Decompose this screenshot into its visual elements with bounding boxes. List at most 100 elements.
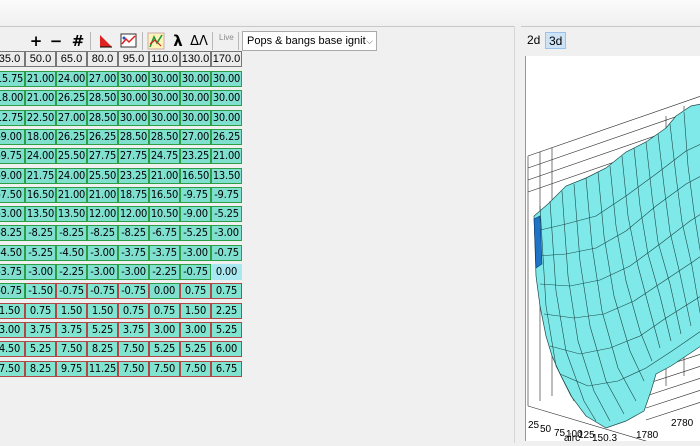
table-cell[interactable]: 6.75: [211, 360, 242, 377]
table-cell[interactable]: 3.75: [56, 321, 87, 338]
table-cell[interactable]: 21.00: [211, 148, 242, 165]
table-cell[interactable]: 30.00: [149, 71, 180, 87]
table-cell[interactable]: -5.25: [25, 244, 56, 261]
table-cell[interactable]: -8.25: [118, 225, 149, 242]
table-cell[interactable]: 0.00: [211, 264, 242, 280]
table-cell[interactable]: 27.75: [87, 148, 118, 165]
table-cell[interactable]: 30.00: [118, 109, 149, 126]
table-cell[interactable]: -4.50: [56, 244, 87, 261]
table-cell[interactable]: 2.25: [211, 302, 242, 319]
table-cell[interactable]: -3.00: [180, 244, 211, 261]
table-cell[interactable]: 25.50: [56, 148, 87, 165]
table-cell[interactable]: 24.75: [149, 148, 180, 165]
table-cell[interactable]: 5.25: [211, 321, 242, 338]
column-header[interactable]: 65.0: [56, 51, 87, 67]
table-cell[interactable]: 30.00: [118, 90, 149, 107]
table-cell[interactable]: 27.00: [87, 71, 118, 87]
table-cell[interactable]: 7.50: [0, 360, 25, 377]
table-cell[interactable]: 27.75: [118, 148, 149, 165]
column-header[interactable]: 170.0: [211, 51, 242, 67]
table-cell[interactable]: -0.75: [0, 283, 25, 300]
table-cell[interactable]: 16.50: [25, 186, 56, 203]
smooth-button[interactable]: [118, 31, 138, 51]
table-cell[interactable]: 23.25: [118, 167, 149, 184]
table-cell[interactable]: 7.50: [118, 360, 149, 377]
table-cell[interactable]: 4.50: [0, 341, 25, 358]
table-cell[interactable]: -3.00: [211, 225, 242, 242]
table-cell[interactable]: 28.50: [149, 128, 180, 145]
table-cell[interactable]: 30.00: [118, 71, 149, 87]
table-cell[interactable]: 26.25: [56, 90, 87, 107]
table-cell[interactable]: 5.25: [149, 341, 180, 358]
table-cell[interactable]: 1.50: [56, 302, 87, 319]
table-cell[interactable]: -5.25: [180, 225, 211, 242]
table-cell[interactable]: 16.50: [149, 186, 180, 203]
set-value-button[interactable]: #: [68, 31, 88, 51]
pane-splitter[interactable]: [514, 26, 521, 443]
table-cell[interactable]: -9.00: [0, 128, 25, 145]
table-cell[interactable]: 0.75: [211, 283, 242, 300]
table-cell[interactable]: 9.75: [56, 360, 87, 377]
table-cell[interactable]: 21.00: [87, 186, 118, 203]
increment-button[interactable]: +: [26, 31, 46, 51]
table-cell[interactable]: 10.50: [149, 206, 180, 223]
column-header[interactable]: 130.0: [180, 51, 211, 67]
table-cell[interactable]: 21.00: [25, 90, 56, 107]
table-cell[interactable]: -1.50: [25, 283, 56, 300]
table-cell[interactable]: 0.75: [149, 302, 180, 319]
table-cell[interactable]: 1.50: [0, 302, 25, 319]
table-cell[interactable]: 21.00: [56, 186, 87, 203]
table-cell[interactable]: 16.50: [180, 167, 211, 184]
table-cell[interactable]: 30.00: [211, 71, 242, 87]
table-cell[interactable]: 28.50: [118, 128, 149, 145]
table-cell[interactable]: 12.00: [118, 206, 149, 223]
table-cell[interactable]: 3.00: [180, 321, 211, 338]
table-cell[interactable]: 11.25: [87, 360, 118, 377]
table-cell[interactable]: -0.75: [180, 264, 211, 280]
tab-3d[interactable]: 3d: [545, 32, 567, 49]
table-cell[interactable]: -8.25: [0, 225, 25, 242]
surface-plot-3d[interactable]: 25 50 75 100 125 150.3 airc 1780 2780: [525, 56, 700, 445]
table-cell[interactable]: 30.00: [149, 90, 180, 107]
table-cell[interactable]: -7.50: [0, 186, 25, 203]
table-cell[interactable]: -4.50: [0, 244, 25, 261]
table-cell[interactable]: 30.00: [211, 90, 242, 107]
table-cell[interactable]: -0.75: [56, 283, 87, 300]
table-cell[interactable]: 30.00: [211, 109, 242, 126]
table-cell[interactable]: 13.50: [211, 167, 242, 184]
table-cell[interactable]: 3.00: [149, 321, 180, 338]
table-cell[interactable]: -9.00: [0, 167, 25, 184]
column-header[interactable]: 50.0: [25, 51, 56, 67]
interpolate-button[interactable]: [96, 31, 116, 51]
live-label[interactable]: Live: [219, 33, 234, 42]
column-header[interactable]: 110.0: [149, 51, 180, 67]
table-cell[interactable]: 26.25: [56, 128, 87, 145]
table-cell[interactable]: -0.75: [118, 283, 149, 300]
table-cell[interactable]: 1.50: [87, 302, 118, 319]
table-selector-dropdown[interactable]: Pops & bangs base ignit ⌵: [242, 31, 377, 51]
table-cell[interactable]: 30.00: [180, 90, 211, 107]
table-cell[interactable]: 23.25: [180, 148, 211, 165]
table-cell[interactable]: 8.25: [87, 341, 118, 358]
lambda-button[interactable]: λ: [168, 31, 188, 51]
table-cell[interactable]: -5.25: [211, 206, 242, 223]
table-cell[interactable]: 3.00: [0, 321, 25, 338]
table-cell[interactable]: 21.00: [25, 71, 56, 87]
table-cell[interactable]: 0.00: [149, 283, 180, 300]
table-cell[interactable]: 12.75: [0, 109, 25, 126]
table-cell[interactable]: -9.00: [180, 206, 211, 223]
table-cell[interactable]: -9.75: [211, 186, 242, 203]
tab-2d[interactable]: 2d: [524, 32, 543, 49]
table-cell[interactable]: 24.00: [56, 167, 87, 184]
trace-button[interactable]: [146, 31, 166, 51]
table-cell[interactable]: 18.75: [118, 186, 149, 203]
table-cell[interactable]: 30.00: [149, 109, 180, 126]
table-cell[interactable]: -3.00: [25, 264, 56, 280]
table-cell[interactable]: 18.00: [25, 128, 56, 145]
table-cell[interactable]: 5.25: [180, 341, 211, 358]
table-cell[interactable]: -3.75: [0, 264, 25, 280]
table-cell[interactable]: 27.00: [56, 109, 87, 126]
table-cell[interactable]: 13.50: [56, 206, 87, 223]
table-cell[interactable]: 6.00: [211, 341, 242, 358]
table-cell[interactable]: -8.25: [56, 225, 87, 242]
